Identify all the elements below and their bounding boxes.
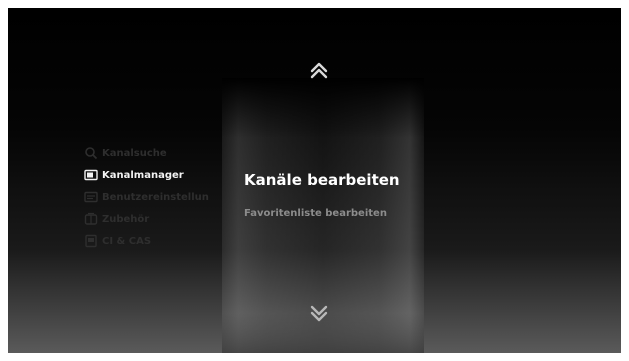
scroll-up-arrow-icon[interactable] bbox=[306, 60, 332, 82]
menu-item-zubehoer[interactable]: Zubehör bbox=[84, 208, 209, 230]
main-menu: Kanalsuche Kanalmanager Benutzereinstell… bbox=[84, 142, 209, 252]
tv-screen-icon bbox=[84, 168, 98, 182]
scroll-down-arrow-icon[interactable] bbox=[306, 302, 332, 324]
menu-item-kanalsuche[interactable]: Kanalsuche bbox=[84, 142, 209, 164]
menu-item-label: Kanalsuche bbox=[102, 147, 167, 159]
menu-item-benutzereinstellungen[interactable]: Benutzereinstellun bbox=[84, 186, 209, 208]
settings-screen-icon bbox=[84, 190, 98, 204]
tv-menu-screen: Kanalsuche Kanalmanager Benutzereinstell… bbox=[8, 8, 621, 353]
panel-subitem-favoritenliste[interactable]: Favoritenliste bearbeiten bbox=[244, 208, 387, 219]
menu-item-label: Kanalmanager bbox=[102, 169, 184, 181]
panel-heading[interactable]: Kanäle bearbeiten bbox=[244, 171, 400, 189]
accessory-icon bbox=[84, 212, 98, 226]
magnifier-icon bbox=[84, 146, 98, 160]
menu-item-label: CI & CAS bbox=[102, 235, 152, 247]
ci-card-icon bbox=[84, 234, 98, 248]
menu-item-ci-cas[interactable]: CI & CAS bbox=[84, 230, 209, 252]
menu-item-label: Benutzereinstellun bbox=[102, 191, 209, 203]
menu-item-label: Zubehör bbox=[102, 213, 150, 225]
menu-item-kanalmanager[interactable]: Kanalmanager bbox=[84, 164, 209, 186]
